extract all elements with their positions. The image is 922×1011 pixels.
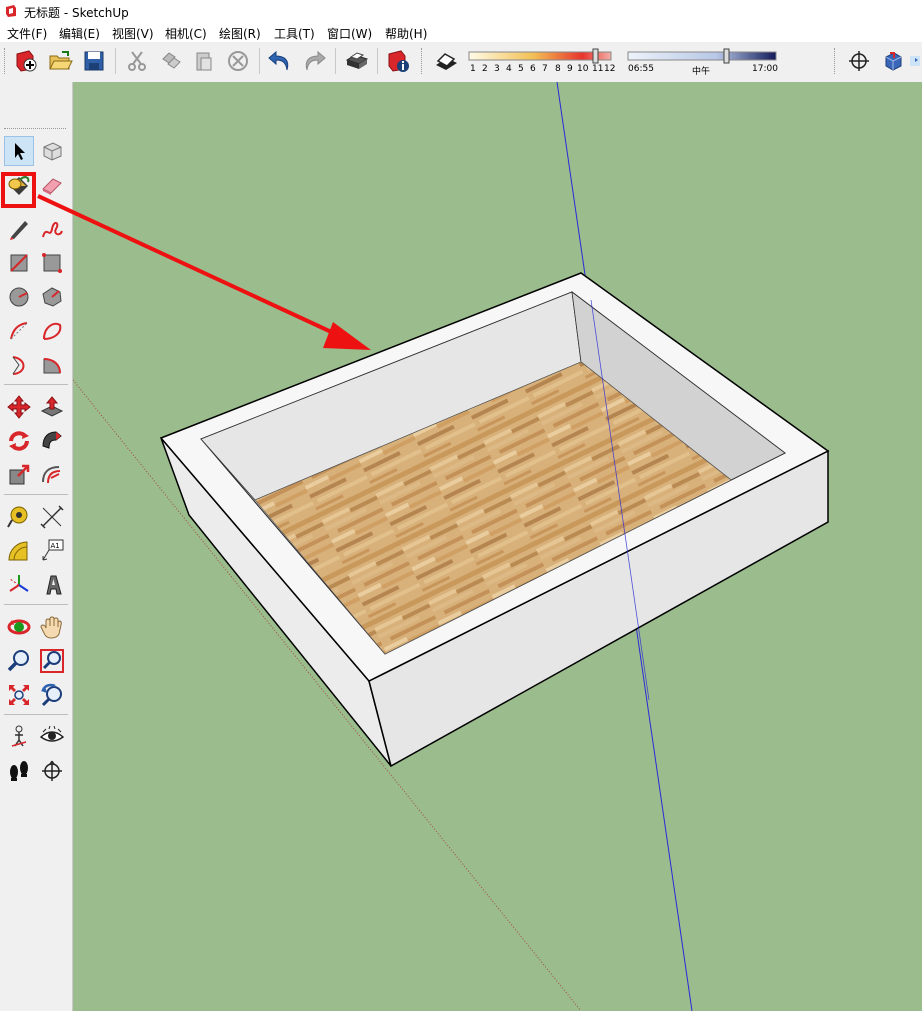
position-camera-icon[interactable] <box>4 722 34 752</box>
shadow-month-slider[interactable]: 1 2 3 4 5 6 7 8 9 10 11 12 <box>463 42 615 82</box>
rectangle-icon[interactable] <box>4 248 34 278</box>
panel-grip[interactable] <box>4 128 66 131</box>
month-tick: 2 <box>482 64 488 74</box>
pan-icon[interactable] <box>37 612 67 642</box>
push-pull-icon[interactable] <box>37 392 67 422</box>
menu-bar: 文件(F) 编辑(E) 视图(V) 相机(C) 绘图(R) 工具(T) 窗口(W… <box>0 22 922 42</box>
menu-window[interactable]: 窗口(W) <box>327 25 372 42</box>
new-icon[interactable] <box>12 47 40 75</box>
menu-draw[interactable]: 绘图(R) <box>219 25 261 42</box>
menu-file[interactable]: 文件(F) <box>7 25 47 42</box>
title-bar: 无标题 - SketchUp <box>0 0 922 22</box>
3d-text-icon[interactable] <box>37 570 67 600</box>
follow-me-icon[interactable] <box>37 426 67 456</box>
month-tick: 11 <box>592 64 604 74</box>
orbit-icon[interactable] <box>845 47 873 75</box>
toolbar-separator <box>259 48 260 74</box>
rotate-icon[interactable] <box>4 426 34 456</box>
iso-view-icon[interactable] <box>879 47 907 75</box>
redo-icon[interactable] <box>300 47 328 75</box>
tool-separator <box>4 384 68 385</box>
component-icon[interactable] <box>37 136 67 166</box>
orbit-icon[interactable] <box>4 612 34 642</box>
undo-icon[interactable] <box>266 47 294 75</box>
paste-icon[interactable] <box>190 47 218 75</box>
three-point-arc-icon[interactable] <box>4 350 34 380</box>
select-icon[interactable] <box>4 136 34 166</box>
two-point-arc-icon[interactable] <box>37 316 67 346</box>
toolbar-grip[interactable] <box>834 48 838 74</box>
month-tick: 4 <box>506 64 512 74</box>
model-info-icon[interactable] <box>384 47 412 75</box>
shadows-icon[interactable] <box>432 47 460 75</box>
toolbar-grip[interactable] <box>421 48 425 74</box>
pie-icon[interactable] <box>37 350 67 380</box>
toolbar-separator <box>335 48 336 74</box>
menu-view[interactable]: 视图(V) <box>112 25 154 42</box>
dimension-icon[interactable] <box>37 502 67 532</box>
offset-icon[interactable] <box>37 460 67 490</box>
freehand-icon[interactable] <box>37 214 67 244</box>
text-icon[interactable]: A1 <box>37 536 67 566</box>
menu-tools[interactable]: 工具(T) <box>274 25 315 42</box>
modeling-viewport[interactable] <box>72 82 922 1011</box>
look-around-icon[interactable] <box>37 722 67 752</box>
cut-icon[interactable] <box>123 47 151 75</box>
tool-separator <box>4 494 68 495</box>
month-tick: 7 <box>542 64 548 74</box>
print-icon[interactable] <box>342 47 370 75</box>
window-title: 无标题 - SketchUp <box>24 6 129 20</box>
paint-bucket-highlight-box <box>1 172 36 208</box>
polygon-icon[interactable] <box>37 282 67 312</box>
month-tick: 8 <box>555 64 561 74</box>
main-toolbar: 1 2 3 4 5 6 7 8 9 10 11 12 06:55 中午 17:0… <box>0 42 922 83</box>
toolbar-grip[interactable] <box>4 48 8 74</box>
month-tick: 9 <box>567 64 573 74</box>
previous-view-icon[interactable] <box>37 680 67 710</box>
month-tick: 5 <box>518 64 524 74</box>
menu-help[interactable]: 帮助(H) <box>385 25 427 42</box>
time-end-label: 17:00 <box>752 64 778 74</box>
shadow-time-slider[interactable]: 06:55 中午 17:00 <box>624 42 780 82</box>
toolbar-separator <box>377 48 378 74</box>
zoom-icon[interactable] <box>4 646 34 676</box>
model-scene <box>73 82 830 1011</box>
rotated-rectangle-icon[interactable] <box>37 248 67 278</box>
toolbar-separator <box>115 48 116 74</box>
menu-camera[interactable]: 相机(C) <box>165 25 207 42</box>
open-folder-icon[interactable] <box>46 47 74 75</box>
tool-separator <box>4 604 68 605</box>
month-tick: 3 <box>494 64 500 74</box>
circle-icon[interactable] <box>4 282 34 312</box>
save-icon[interactable] <box>80 47 108 75</box>
protractor-icon[interactable] <box>4 536 34 566</box>
svg-text:A1: A1 <box>51 542 60 550</box>
pencil-line-icon[interactable] <box>4 214 34 244</box>
month-tick: 10 <box>577 64 589 74</box>
arc-icon[interactable] <box>4 316 34 346</box>
month-tick: 12 <box>604 64 616 74</box>
large-toolset-panel: A1 <box>0 82 72 1011</box>
sketchup-app-icon <box>6 5 16 17</box>
tool-separator <box>4 714 68 715</box>
month-tick: 1 <box>470 64 476 74</box>
zoom-window-icon[interactable] <box>37 646 67 676</box>
time-noon-label: 中午 <box>692 67 711 77</box>
top-view-icon[interactable] <box>910 47 922 75</box>
walk-icon[interactable] <box>4 756 34 786</box>
zoom-extents-icon[interactable] <box>4 680 34 710</box>
month-tick: 6 <box>530 64 536 74</box>
erase-icon[interactable] <box>224 47 252 75</box>
section-plane-icon[interactable] <box>37 756 67 786</box>
eraser-icon[interactable] <box>37 170 67 200</box>
move-icon[interactable] <box>4 392 34 422</box>
axes-icon[interactable] <box>4 570 34 600</box>
copy-icon[interactable] <box>157 47 185 75</box>
time-start-label: 06:55 <box>628 64 654 74</box>
scale-icon[interactable] <box>4 460 34 490</box>
menu-edit[interactable]: 编辑(E) <box>59 25 100 42</box>
tape-measure-icon[interactable] <box>4 502 34 532</box>
